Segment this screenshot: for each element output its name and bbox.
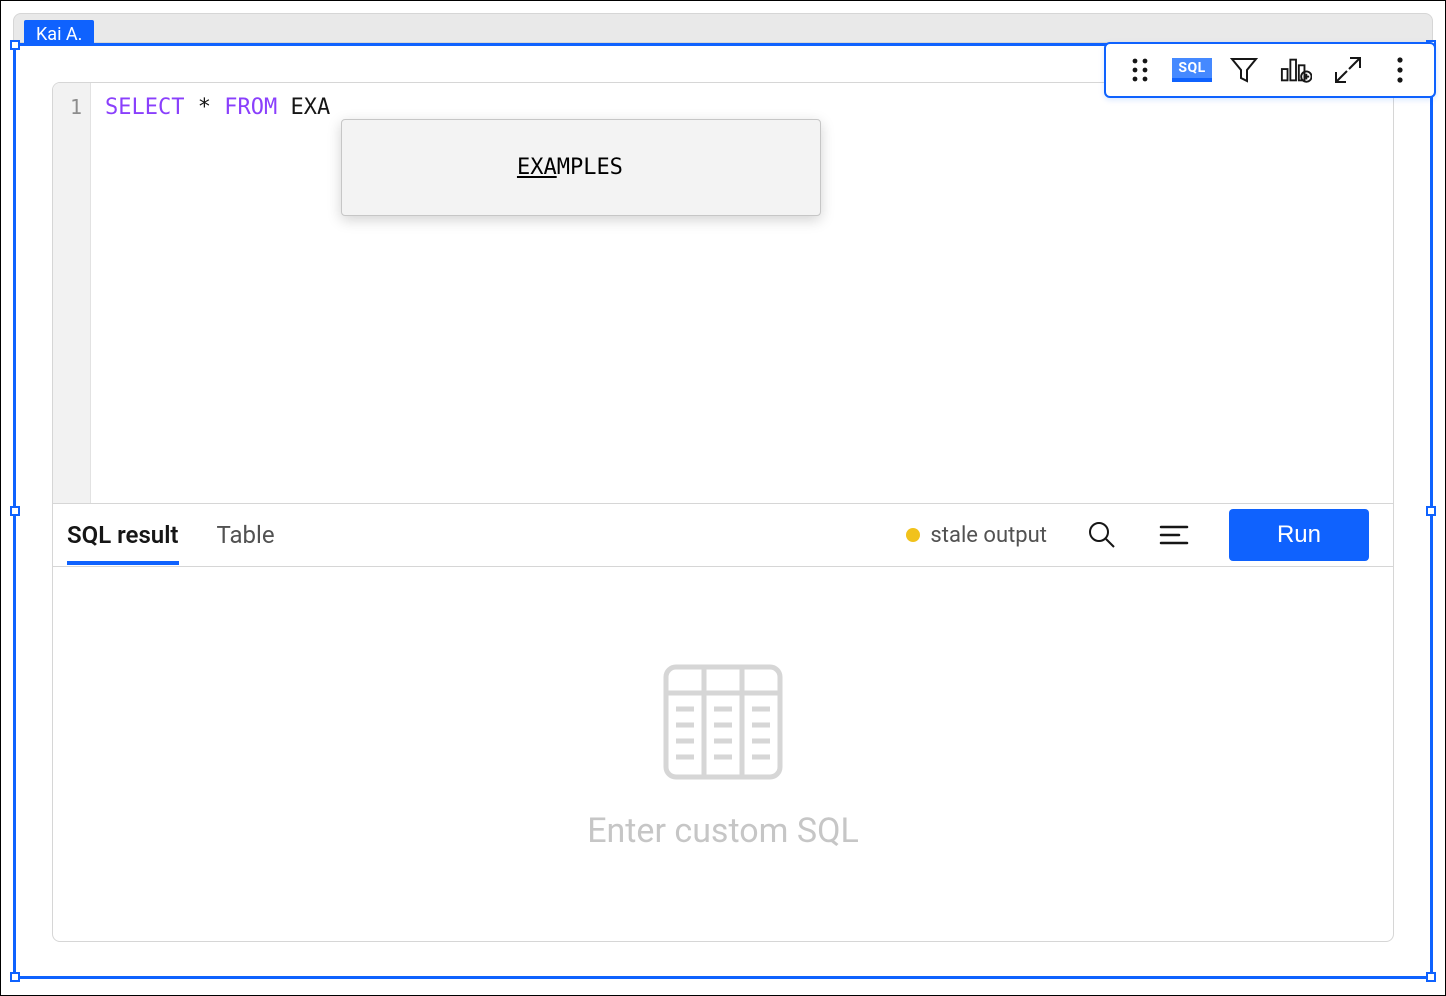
sql-identifier: EXA <box>290 95 330 120</box>
sql-keyword: FROM <box>224 95 277 120</box>
sql-editor[interactable]: 1 SELECT * FROM EXA EXAMPLES <box>53 83 1393 503</box>
stale-dot-icon <box>906 528 920 542</box>
resize-handle[interactable] <box>1426 972 1436 982</box>
code-area[interactable]: SELECT * FROM EXA EXAMPLES <box>91 83 1393 503</box>
line-number: 1 <box>53 95 82 119</box>
filter-icon[interactable] <box>1228 54 1260 86</box>
tab-table[interactable]: Table <box>217 505 275 565</box>
empty-state: Enter custom SQL <box>53 567 1393 941</box>
empty-state-text: Enter custom SQL <box>587 811 859 851</box>
tab-sql-result[interactable]: SQL result <box>67 505 179 565</box>
top-bar: Kai A. <box>13 13 1433 43</box>
drag-handle-icon[interactable] <box>1124 54 1156 86</box>
settings-lines-icon[interactable] <box>1157 518 1191 552</box>
sql-keyword: SELECT <box>105 95 184 120</box>
stale-output-indicator: stale output <box>906 523 1047 548</box>
more-options-icon[interactable] <box>1384 54 1416 86</box>
resize-handle[interactable] <box>10 972 20 982</box>
block-toolbar: SQL <box>1104 42 1436 98</box>
resize-handle[interactable] <box>1426 506 1436 516</box>
resize-handle[interactable] <box>10 506 20 516</box>
content-card: 1 SELECT * FROM EXA EXAMPLES SQL result … <box>52 82 1394 942</box>
run-button[interactable]: Run <box>1229 509 1369 561</box>
sql-token: * <box>198 95 211 120</box>
expand-icon[interactable] <box>1332 54 1364 86</box>
table-placeholder-icon <box>658 657 788 787</box>
line-gutter: 1 <box>53 83 91 503</box>
autocomplete-match: EXA <box>517 155 557 180</box>
resize-handle[interactable] <box>10 40 20 50</box>
autocomplete-rest: MPLES <box>557 155 623 180</box>
chart-add-icon[interactable] <box>1280 54 1312 86</box>
autocomplete-dropdown[interactable]: EXAMPLES <box>341 119 821 216</box>
result-bar: SQL result Table stale output <box>53 503 1393 567</box>
sql-mode-button[interactable]: SQL <box>1176 54 1208 86</box>
stale-output-label: stale output <box>930 523 1047 548</box>
sql-block-panel: SQL <box>13 43 1433 979</box>
search-icon[interactable] <box>1085 518 1119 552</box>
